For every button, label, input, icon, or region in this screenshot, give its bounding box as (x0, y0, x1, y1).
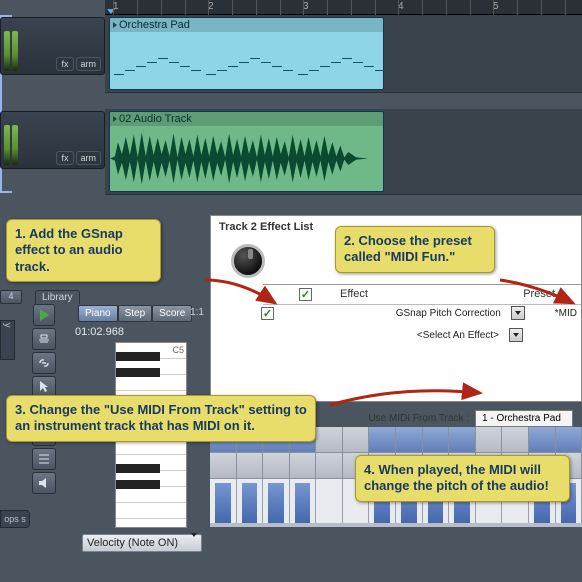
velocity-cell[interactable] (237, 479, 264, 523)
track-lane-2[interactable]: 02 Audio Track (105, 109, 582, 195)
step-cell[interactable] (316, 453, 343, 478)
callout-4: 4. When played, the MIDI will change the… (355, 455, 570, 502)
arrow-2 (495, 275, 582, 318)
level-meter (12, 31, 18, 71)
track-header-1[interactable]: fx arm (0, 17, 105, 75)
step-cell[interactable] (343, 427, 370, 452)
callout-3: 3. Change the "Use MIDI From Track" sett… (6, 395, 316, 442)
time-display: 01:02.968 (75, 326, 124, 338)
velocity-label: Velocity (Note ON) (87, 537, 178, 549)
level-meter (4, 125, 10, 165)
effect-knob-icon (231, 244, 265, 278)
waveform (110, 126, 383, 191)
track-lane-1[interactable]: Orchestra Pad (105, 15, 582, 93)
effect-dropdown[interactable] (509, 328, 523, 342)
level-meter (12, 125, 18, 165)
tool-speaker[interactable] (32, 472, 56, 494)
effect-column-header: Effect (340, 288, 368, 301)
effect-name: GSnap Pitch Correction (396, 308, 501, 319)
fx-button[interactable]: fx (56, 57, 73, 71)
chevron-down-icon (513, 333, 519, 337)
arm-button[interactable]: arm (76, 57, 102, 71)
level-meter (4, 31, 10, 71)
play-button[interactable] (33, 304, 55, 326)
tool-slip[interactable] (32, 328, 56, 350)
clip-name: Orchestra Pad (119, 19, 190, 31)
expand-icon[interactable] (113, 116, 117, 122)
velocity-cell[interactable] (290, 479, 317, 523)
velocity-cell[interactable] (316, 479, 343, 523)
fx-button[interactable]: fx (56, 151, 73, 165)
audio-clip[interactable]: 02 Audio Track (109, 111, 384, 192)
panel-num: 4 (0, 290, 22, 304)
velocity-cell[interactable] (210, 479, 237, 523)
effect-row-empty[interactable]: <Select An Effect> (231, 324, 581, 346)
velocity-selector[interactable]: Velocity (Note ON) (82, 534, 202, 552)
step-cell[interactable] (476, 427, 503, 452)
step-cell[interactable] (369, 427, 396, 452)
step-cell[interactable] (502, 427, 529, 452)
side-tab[interactable]: y (0, 320, 15, 360)
step-cell[interactable] (449, 427, 476, 452)
loops-tab[interactable]: ops s (0, 510, 30, 528)
step-cell[interactable] (556, 427, 582, 452)
step-cell[interactable] (210, 453, 237, 478)
midi-from-label: Use MIDI From Track : (368, 413, 469, 424)
step-cell[interactable] (237, 453, 264, 478)
score-mode-button[interactable]: Score (152, 305, 192, 322)
step-cell[interactable] (396, 427, 423, 452)
enable-all-checkbox[interactable]: ✓ (299, 288, 312, 301)
timeline-ruler[interactable]: 12345 (105, 0, 582, 15)
step-cell[interactable] (290, 453, 317, 478)
octave-label: C5 (172, 345, 184, 355)
midi-clip[interactable]: Orchestra Pad (109, 17, 384, 90)
effect-placeholder: <Select An Effect> (417, 330, 499, 341)
expand-icon[interactable] (113, 22, 117, 28)
tool-select[interactable] (32, 448, 56, 470)
callout-1: 1. Add the GSnap effect to an audio trac… (6, 219, 161, 282)
midi-notes (110, 32, 383, 89)
step-mode-button[interactable]: Step (118, 305, 153, 322)
track-header-2[interactable]: fx arm (0, 111, 105, 169)
step-cell[interactable] (423, 427, 450, 452)
callout-2: 2. Choose the preset called "MIDI Fun." (335, 226, 495, 273)
arm-button[interactable]: arm (76, 151, 102, 165)
step-cell[interactable] (529, 427, 556, 452)
play-icon (40, 309, 49, 321)
tool-link[interactable] (32, 352, 56, 374)
clip-name: 02 Audio Track (119, 113, 192, 125)
library-tab[interactable]: Library (35, 290, 80, 304)
velocity-cell[interactable] (263, 479, 290, 523)
dropdown-icon (191, 537, 197, 549)
arrow-1 (200, 275, 290, 318)
piano-mode-button[interactable]: Piano (78, 305, 118, 322)
step-cell[interactable] (263, 453, 290, 478)
step-cell[interactable] (316, 427, 343, 452)
arrow-3 (320, 381, 490, 414)
